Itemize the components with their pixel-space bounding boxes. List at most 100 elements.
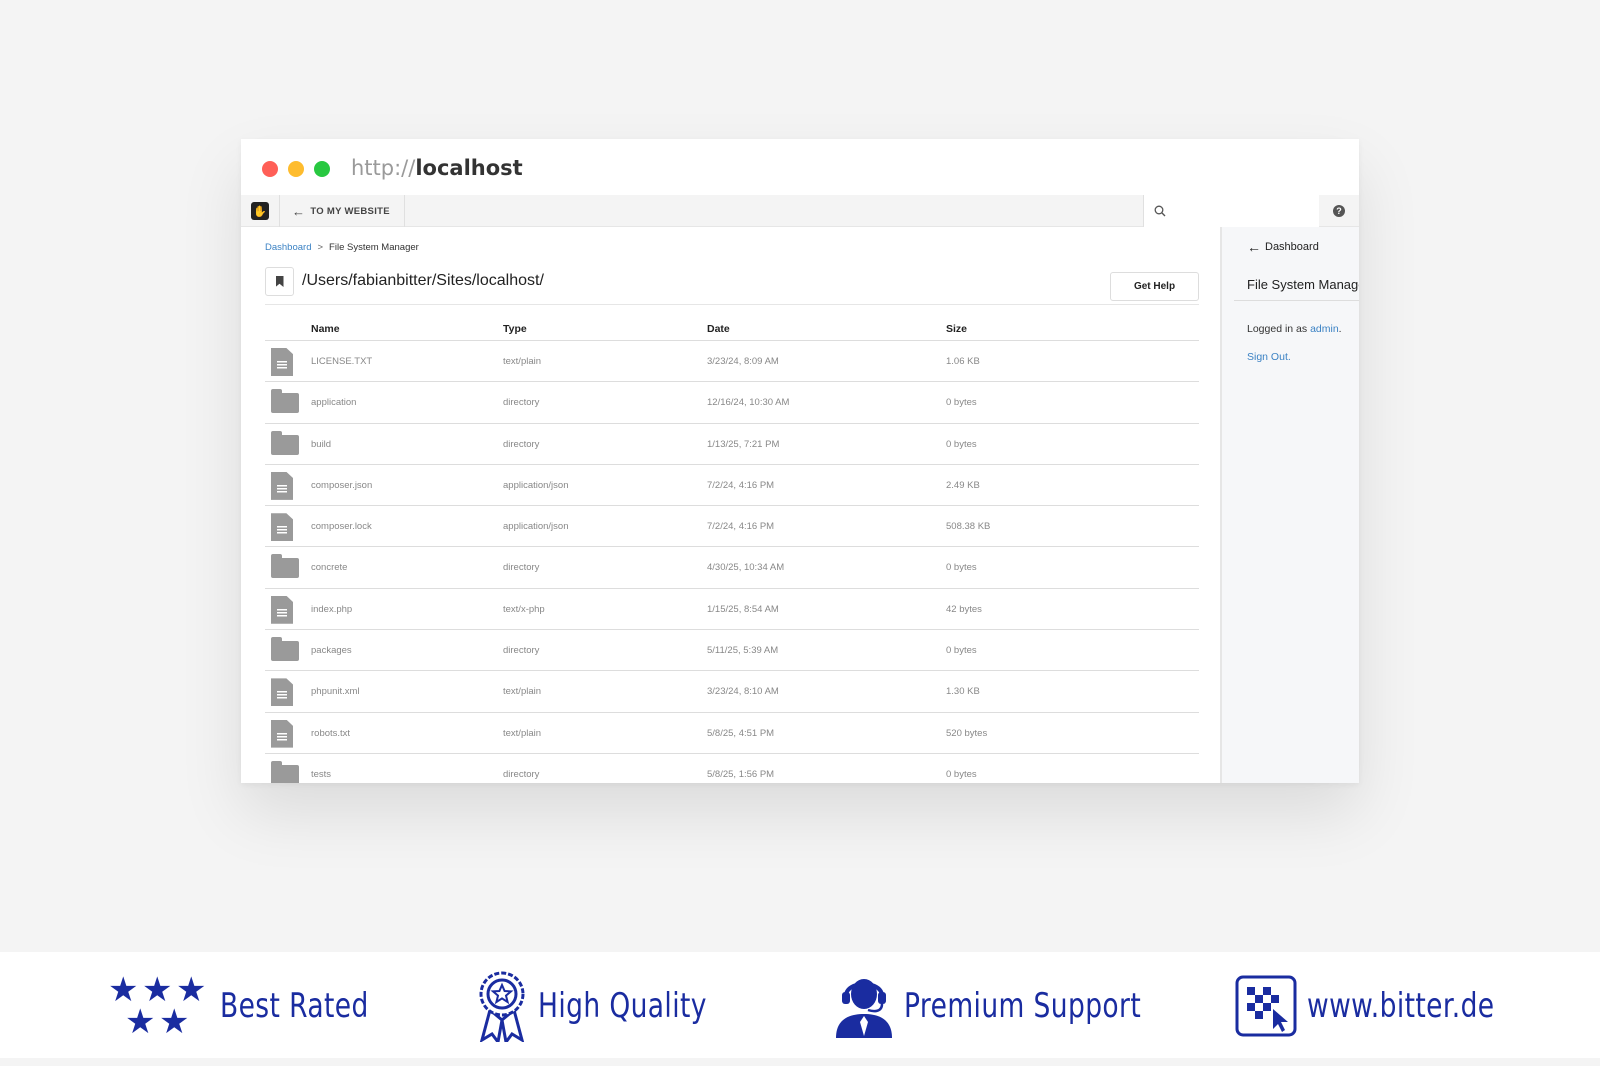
file-date: 5/8/25, 4:51 PM [707,727,775,739]
row-icon [271,389,299,414]
support-agent-icon [836,979,892,1038]
arrow-left-icon: ← [292,203,306,219]
file-type: text/plain [503,356,542,367]
get-help-button[interactable]: Get Help [1110,272,1199,301]
file-name: index.php [311,603,353,615]
help-button[interactable]: ? [1319,195,1359,227]
badge-website[interactable]: www.bitter.de [1235,975,1547,1037]
column-header-name[interactable]: Name [311,323,340,335]
file-date: 12/16/24, 10:30 AM [707,397,790,409]
table-row[interactable]: phpunit.xml text/plain 3/23/24, 8:10 AM 1.3… [265,671,1199,713]
table-row[interactable]: tests directory 5/8/25, 1:56 PM 0 bytes [265,754,1199,783]
file-date: 7/2/24, 4:16 PM [707,521,775,533]
file-icon [271,471,293,500]
maximize-window-button[interactable] [314,161,330,177]
url-protocol: http:// [351,156,416,180]
cms-logo-button[interactable]: ✋ [241,195,280,227]
folder-icon [271,554,299,579]
file-size: 42 bytes [946,603,982,615]
file-name: tests [311,768,332,780]
file-date: 3/23/24, 8:09 AM [707,356,779,367]
file-icon [271,678,293,707]
main-content: Dashboard > File System Manager /Users/fab… [241,227,1220,783]
bookmark-icon [275,276,284,287]
column-header-date[interactable]: Date [707,323,730,335]
bookmark-button[interactable] [265,267,294,296]
close-window-button[interactable] [262,161,278,177]
breadcrumb-separator: > [317,242,324,253]
side-dashboard-label: Dashboard [1265,241,1319,253]
badge-label: High Quality [538,986,707,1026]
file-icon [271,595,293,624]
to-my-website-label: TO MY WEBSITE [310,205,390,217]
file-size: 0 bytes [946,562,977,574]
file-icon [271,513,293,542]
file-size: 0 bytes [946,768,977,780]
toolbar-search[interactable] [1143,195,1319,227]
search-input[interactable] [1174,205,1314,217]
row-icon [271,760,299,783]
current-path: /Users/fabianbitter/Sites/localhost/ [302,272,544,289]
minimize-window-button[interactable] [288,161,304,177]
row-icon [271,513,293,542]
folder-icon [271,637,299,662]
logged-in-user-link[interactable]: admin [1310,323,1339,335]
arrow-left-icon: ← [1247,239,1261,255]
folder-icon [271,430,299,455]
file-date: 1/13/25, 7:21 PM [707,438,780,450]
folder-icon [271,389,299,414]
file-type: text/x-php [503,603,545,615]
table-row[interactable]: build directory 1/13/25, 7:21 PM 0 bytes [265,424,1199,465]
stars-icon: ★ ★ ★ ★ ★ [108,971,207,1041]
file-name: application [311,397,357,409]
side-panel: ← Dashboard File System Manager Logged i… [1220,227,1359,783]
browser-titlebar: http://localhost [241,139,1359,195]
file-size: 0 bytes [946,397,977,409]
badge-best-rated: ★ ★ ★ ★ ★ Best Rated [108,971,411,1041]
file-date: 5/11/25, 5:39 AM [707,645,779,657]
file-name: composer.json [311,479,373,491]
side-panel-title: File System Manager [1234,269,1359,301]
file-name: packages [311,645,352,657]
file-type: directory [503,438,540,450]
table-row[interactable]: composer.lock application/json 7/2/24, 4:1… [265,506,1199,548]
table-row[interactable]: composer.json application/json 7/2/24, 4:1… [265,465,1199,507]
file-date: 4/30/25, 10:34 AM [707,562,785,574]
file-name: build [311,438,332,450]
question-icon: ? [1333,205,1345,217]
search-icon [1154,205,1166,217]
table-row[interactable]: application directory 12/16/24, 10:30 AM 0 … [265,382,1199,424]
side-dashboard-link[interactable]: ← Dashboard [1247,239,1319,255]
column-header-size[interactable]: Size [946,323,967,335]
file-type: application/json [503,521,569,533]
file-type: directory [503,562,540,574]
table-row[interactable]: packages directory 5/11/25, 5:39 AM 0 bytes [265,630,1199,672]
file-name: LICENSE.TXT [311,356,373,367]
to-my-website-button[interactable]: ← TO MY WEBSITE [280,195,405,227]
file-size: 520 bytes [946,727,988,739]
file-type: directory [503,645,540,657]
column-header-type[interactable]: Type [503,323,527,335]
file-name: robots.txt [311,727,351,739]
breadcrumb-dashboard-link[interactable]: Dashboard [265,242,311,253]
table-row[interactable]: concrete directory 4/30/25, 10:34 AM 0 byte… [265,547,1199,589]
file-size: 1.30 KB [946,686,980,698]
file-type: application/json [503,479,569,491]
table-row[interactable]: LICENSE.TXT text/plain 3/23/24, 8:09 AM 1.0… [265,341,1199,383]
row-icon [271,471,293,500]
file-date: 1/15/25, 8:54 AM [707,603,779,615]
row-icon [271,595,293,624]
table-row[interactable]: index.php text/x-php 1/15/25, 8:54 AM 42 by… [265,589,1199,631]
table-row[interactable]: robots.txt text/plain 5/8/25, 4:51 PM 520 b… [265,713,1199,754]
file-size: 508.38 KB [946,521,991,533]
file-size: 0 bytes [946,645,977,657]
sign-out-link[interactable]: Sign Out. [1247,351,1291,363]
badge-premium-support: Premium Support [834,976,1208,1038]
logged-in-prefix: Logged in as [1247,323,1308,335]
row-icon [271,719,293,748]
badge-label: Premium Support [904,986,1142,1026]
file-date: 7/2/24, 4:16 PM [707,479,775,491]
path-header: /Users/fabianbitter/Sites/localhost/ Get… [265,267,1199,305]
browser-window: http://localhost ✋ ← TO MY WEBSITE ? Das… [241,139,1359,783]
address-bar[interactable]: http://localhost [351,154,523,182]
